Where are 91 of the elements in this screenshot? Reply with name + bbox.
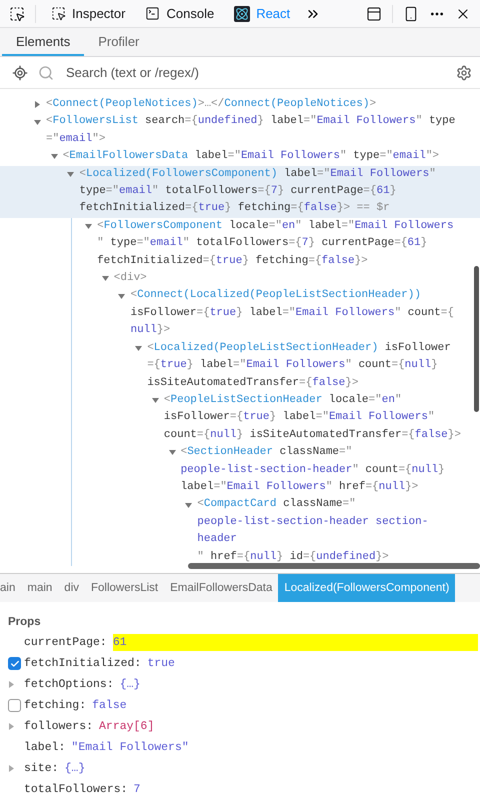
code-line: <PeopleListSectionHeader locale="en" <box>164 392 403 408</box>
code-line: people-list-section-header section- <box>197 514 428 530</box>
prop-value[interactable]: {…} <box>64 762 86 775</box>
prop-value[interactable]: "Email Followers" <box>71 741 189 754</box>
breadcrumb[interactable]: main <box>21 574 58 602</box>
prop-value[interactable]: Array[6] <box>99 720 154 733</box>
prop-name: totalFollowers: <box>24 783 128 793</box>
panel-tab[interactable]: Elements <box>2 28 84 56</box>
code-line: ={true} label="Email Followers" count={null} <box>147 358 439 374</box>
toolbox-tab[interactable]: React <box>226 2 298 24</box>
search-field[interactable]: Search (text or /regex/) <box>64 64 446 81</box>
expanded-arrow-icon[interactable] <box>185 502 192 509</box>
tree-node[interactable]: <PeopleListSectionHeader locale="en" isFollower={true} label="Email Followers" count={null} isSiteAutomatedTransfer={false}> <box>72 392 480 444</box>
prop-name: fetchInitialized: <box>24 657 142 670</box>
toolbox-tab[interactable]: Console <box>137 3 222 24</box>
checkbox[interactable] <box>8 699 21 712</box>
code-line: <FollowersList search={undefined} label="Email Followers" type <box>46 114 456 130</box>
code-line: <Connect(Localized(PeopleListSectionHeader)) <box>130 288 422 304</box>
code-line: <SectionHeader className=" <box>180 445 354 460</box>
search-icon <box>38 64 54 80</box>
section-title: Props <box>7 616 42 628</box>
tree-node[interactable]: <Localized(FollowersComponent) label="Email Followers" type="email" totalFollowers={7} currentPage={61} fetchInitialized={true} fetching={false}> == $r <box>0 166 480 218</box>
code-line: fetchInitialized={true} fetching={false}> == $r <box>79 201 391 216</box>
code-line: count={null} isSiteAutomatedTransfer={false}> <box>164 428 461 443</box>
code-line: ="email"> <box>46 132 106 147</box>
code-line: <EmailFollowersData label="Email Followers" type="email"> <box>62 149 440 164</box>
tree-node[interactable]: <Connect(PeopleNotices)>…</Connect(PeopleNotices)> <box>0 96 480 114</box>
collapsed-arrow-icon[interactable] <box>34 101 41 108</box>
tree-node[interactable]: <Connect(Localized(PeopleListSectionHeader)) isFollower={true} label="Email Followers" count={ null}> <box>72 287 480 340</box>
code-line: <FollowersComponent locale="en" label="Email Followers <box>97 218 454 234</box>
prop-name: fetching: <box>24 699 86 712</box>
code-line: label="Email Followers" href={null}> <box>180 480 420 495</box>
code-line: <div> <box>114 271 147 286</box>
expanded-arrow-icon[interactable] <box>118 292 126 300</box>
code-line: null}> <box>130 323 172 338</box>
code-line: type="email" totalFollowers={7} currentPage={61} <box>79 184 398 200</box>
settings-icon[interactable] <box>456 64 472 80</box>
breadcrumb[interactable]: Localized(FollowersComponent) <box>278 574 456 602</box>
terminal-icon <box>145 6 160 21</box>
expanded-arrow-icon[interactable] <box>50 153 58 160</box>
code-line: <Localized(PeopleListSectionHeader) isFollower <box>147 340 451 356</box>
tree-node[interactable]: <EmailFollowersData label="Email Followers" type="email"> <box>0 148 480 166</box>
tree-node[interactable]: <div> <box>72 270 480 288</box>
atom-icon <box>234 6 250 22</box>
expanded-arrow-icon[interactable] <box>67 170 74 178</box>
prop-name: currentPage: <box>24 636 107 649</box>
tree-node[interactable]: <Localized(PeopleListSectionHeader) isFollower ={true} label="Email Followers" count={null} isSiteAutomatedTransfer={false}> <box>72 340 480 392</box>
collapsed-arrow-icon[interactable] <box>8 765 15 772</box>
expanded-arrow-icon[interactable] <box>168 449 176 456</box>
code-line: <Connect(PeopleNotices)>…</Connect(PeopleNotices)> <box>46 97 376 112</box>
breadcrumb[interactable]: EmailFollowersData <box>164 574 278 602</box>
crosshair-icon[interactable] <box>12 64 28 80</box>
horizontal-scrollbar[interactable] <box>188 563 480 569</box>
prop-name: followers: <box>24 720 94 733</box>
breadcrumb[interactable]: ain <box>0 574 22 602</box>
expanded-arrow-icon[interactable] <box>102 275 109 282</box>
panel-tab[interactable]: Profiler <box>84 28 154 56</box>
code-line: <CompactCard className=" <box>197 497 357 512</box>
prop-value[interactable]: 7 <box>134 783 140 793</box>
expanded-arrow-icon[interactable] <box>152 397 159 404</box>
expanded-arrow-icon[interactable] <box>135 344 142 352</box>
tree-node[interactable]: <CompactCard className=" people-list-section-header section- header " href={null} id={undefined}> <box>72 496 480 566</box>
prop-value[interactable]: 61 <box>112 636 127 649</box>
expanded-arrow-icon[interactable] <box>34 118 41 126</box>
prop-name: label: <box>24 741 66 754</box>
vertical-scrollbar[interactable] <box>474 266 479 412</box>
toolbox-tab[interactable]: Inspector <box>43 3 134 24</box>
collapsed-arrow-icon[interactable] <box>8 723 15 730</box>
code-line: " href={null} id={undefined}> <box>197 550 390 565</box>
prop-value[interactable]: true <box>147 657 175 670</box>
code-line: isFollower={true} label="Email Followers" count={ <box>130 306 454 321</box>
breadcrumb[interactable]: div <box>58 574 85 602</box>
code-line: <Localized(FollowersComponent) label="Email Followers" <box>79 166 436 182</box>
code-line: fetchInitialized={true} fetching={false}> <box>97 254 369 269</box>
code-line: people-list-section-header" count={null} <box>180 462 445 478</box>
checkbox[interactable] <box>8 657 21 670</box>
breadcrumb[interactable]: FollowersList <box>85 574 164 602</box>
code-line: isSiteAutomatedTransfer={false}> <box>147 376 360 390</box>
tree-node[interactable]: <SectionHeader className=" people-list-section-header" count={null} label="Email Followers" href={null}> <box>72 444 480 496</box>
code-line: " type="email" totalFollowers={7} currentPage={61} <box>97 236 428 252</box>
prop-name: fetchOptions: <box>24 678 114 691</box>
prop-name: site: <box>24 762 59 775</box>
tree-node[interactable]: <FollowersList search={undefined} label="Email Followers" type ="email"> <box>0 113 480 148</box>
code-line: isFollower={true} label="Email Followers" <box>164 410 436 426</box>
collapsed-arrow-icon[interactable] <box>8 681 15 688</box>
expanded-arrow-icon[interactable] <box>85 223 92 230</box>
code-line: header <box>197 532 238 548</box>
tree-node[interactable]: <FollowersComponent locale="en" label="Email Followers " type="email" totalFollowers={7} currentPage={61} fetchInitialized={true} fetching={false}> <box>72 218 480 270</box>
prop-value[interactable]: {…} <box>120 678 140 691</box>
prop-value[interactable]: false <box>92 699 127 712</box>
inspector-icon <box>51 6 66 21</box>
